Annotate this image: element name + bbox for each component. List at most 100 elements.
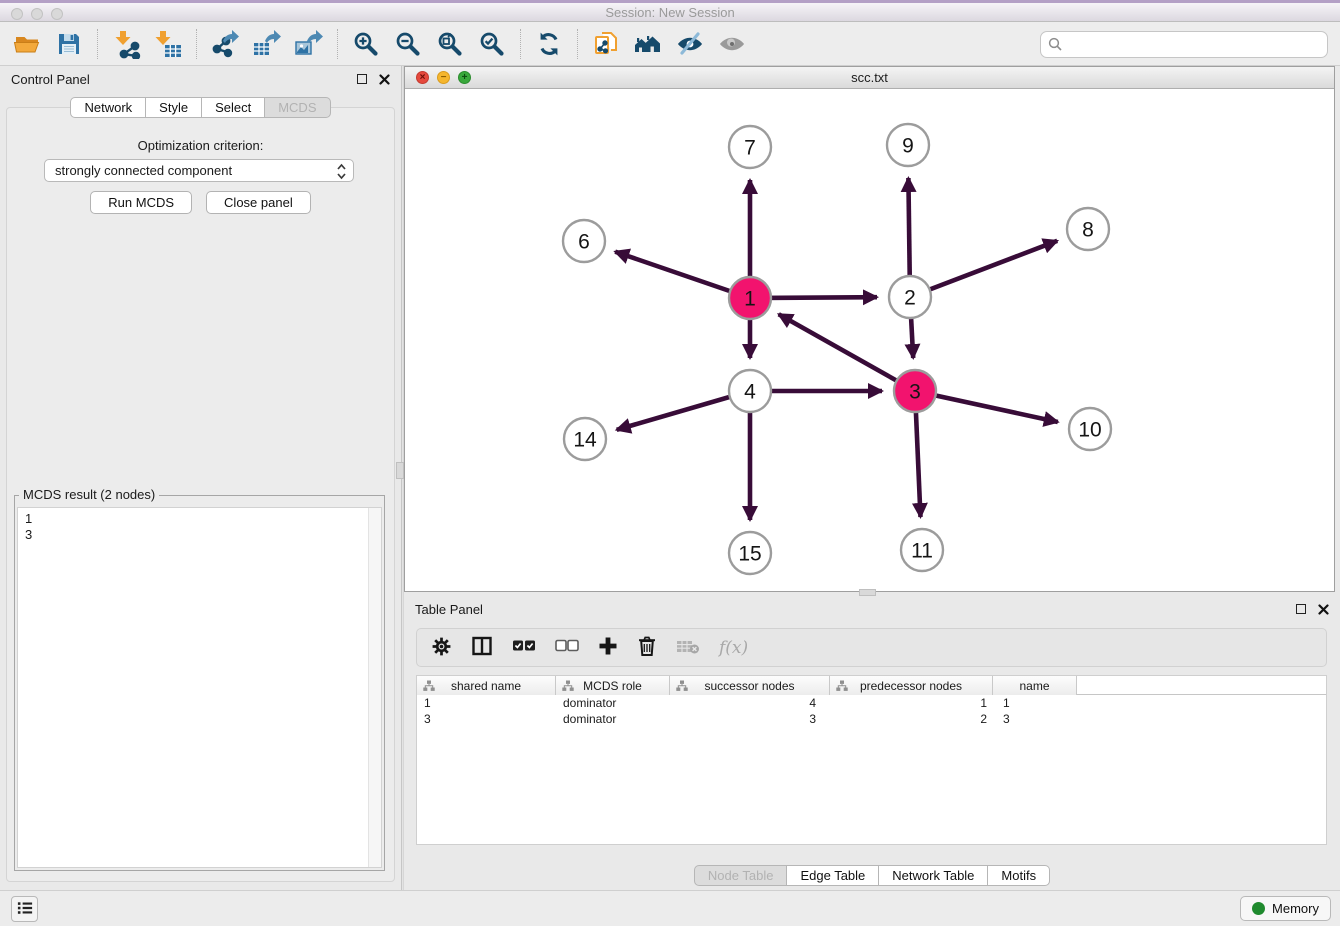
table-panel: Table Panel f(x) shared nameMCDS rolesuc… bbox=[404, 596, 1340, 890]
run-mcds-button[interactable]: Run MCDS bbox=[90, 191, 192, 214]
column-header-predecessor-nodes[interactable]: predecessor nodes bbox=[830, 676, 993, 695]
export-network-button[interactable] bbox=[204, 25, 246, 63]
delete-table-button bbox=[676, 637, 700, 658]
graph-node-9[interactable]: 9 bbox=[887, 124, 929, 166]
main-toolbar bbox=[0, 22, 1340, 66]
close-panel-icon[interactable] bbox=[379, 74, 390, 85]
cell-shared-name[interactable]: 3 bbox=[417, 711, 556, 727]
cell-successor-nodes[interactable]: 4 bbox=[670, 695, 830, 711]
memory-button[interactable]: Memory bbox=[1240, 896, 1331, 921]
refresh-view-button[interactable] bbox=[528, 25, 570, 63]
zoom-fit-button[interactable] bbox=[429, 25, 471, 63]
cell-name[interactable]: 3 bbox=[993, 711, 1077, 727]
tab-select[interactable]: Select bbox=[202, 97, 265, 118]
graph-edge-2-8[interactable] bbox=[910, 241, 1057, 297]
float-table-panel-icon[interactable] bbox=[1296, 604, 1306, 614]
graph-edge-3-1[interactable] bbox=[779, 314, 915, 391]
graph-node-11[interactable]: 11 bbox=[901, 529, 943, 571]
delete-columns-button[interactable] bbox=[637, 635, 657, 660]
table-tab-motifs[interactable]: Motifs bbox=[988, 865, 1050, 886]
float-panel-icon[interactable] bbox=[357, 74, 367, 84]
graph-node-10[interactable]: 10 bbox=[1069, 408, 1111, 450]
vertical-splitter-grip[interactable] bbox=[396, 462, 404, 479]
toolbar-separator bbox=[577, 29, 578, 59]
create-column-button[interactable] bbox=[598, 636, 618, 659]
mcds-result-area[interactable]: 1 3 bbox=[17, 507, 382, 868]
search-input[interactable] bbox=[1069, 33, 1319, 56]
graph-node-1[interactable]: 1 bbox=[729, 277, 771, 319]
show-columns-button[interactable] bbox=[471, 635, 493, 660]
table-row[interactable]: 3dominator323 bbox=[417, 711, 1326, 727]
graph-node-4[interactable]: 4 bbox=[729, 370, 771, 412]
import-network-button[interactable] bbox=[105, 25, 147, 63]
cell-shared-name[interactable]: 1 bbox=[417, 695, 556, 711]
table-settings-button[interactable] bbox=[431, 636, 452, 660]
control-panel: Control Panel NetworkStyleSelectMCDS Opt… bbox=[0, 66, 401, 890]
show-all-button[interactable] bbox=[711, 25, 753, 63]
clone-network-icon bbox=[591, 29, 621, 59]
table-tab-network-table[interactable]: Network Table bbox=[879, 865, 988, 886]
table-header: shared nameMCDS rolesuccessor nodes prede… bbox=[417, 676, 1326, 695]
import-table-button[interactable] bbox=[147, 25, 189, 63]
zoom-in-button[interactable] bbox=[345, 25, 387, 63]
control-panel-header: Control Panel bbox=[0, 66, 401, 92]
dropdown-stepper-icon bbox=[336, 163, 347, 186]
app-titlebar: Session: New Session bbox=[0, 0, 1340, 22]
cell-predecessor-nodes[interactable]: 1 bbox=[830, 695, 993, 711]
close-panel-button[interactable]: Close panel bbox=[206, 191, 311, 214]
criterion-dropdown[interactable]: strongly connected component bbox=[44, 159, 354, 182]
node-label: 10 bbox=[1078, 419, 1101, 442]
graph-node-15[interactable]: 15 bbox=[729, 532, 771, 574]
unselect-all-columns-button[interactable] bbox=[555, 638, 579, 657]
zoom-out-button[interactable] bbox=[387, 25, 429, 63]
node-table: shared nameMCDS rolesuccessor nodes prede… bbox=[416, 675, 1327, 845]
cell-mcds-role[interactable]: dominator bbox=[556, 711, 670, 727]
toolbar-buttons bbox=[6, 22, 753, 65]
home-view-button[interactable] bbox=[627, 25, 669, 63]
import-table-icon bbox=[153, 29, 183, 59]
save-session-button[interactable] bbox=[48, 25, 90, 63]
network-canvas[interactable]: 7 9 6 8 1 2 4 3 14 10 15 11 bbox=[405, 89, 1334, 591]
graph-node-7[interactable]: 7 bbox=[729, 126, 771, 168]
export-table-button[interactable] bbox=[246, 25, 288, 63]
mcds-result-group: MCDS result (2 nodes) 1 3 bbox=[14, 495, 385, 871]
graph-node-2[interactable]: 2 bbox=[889, 276, 931, 318]
node-label: 9 bbox=[902, 135, 914, 158]
graph-node-3[interactable]: 3 bbox=[894, 370, 936, 412]
optimization-criterion-label: Optimization criterion: bbox=[7, 138, 394, 153]
graph-node-6[interactable]: 6 bbox=[563, 220, 605, 262]
cell-predecessor-nodes[interactable]: 2 bbox=[830, 711, 993, 727]
tree-icon bbox=[676, 680, 688, 695]
cell-successor-nodes[interactable]: 3 bbox=[670, 711, 830, 727]
column-label: predecessor nodes bbox=[860, 679, 962, 693]
select-all-columns-button[interactable] bbox=[512, 638, 536, 657]
gear-icon bbox=[431, 636, 452, 660]
table-panel-title: Table Panel bbox=[415, 602, 483, 617]
open-session-button[interactable] bbox=[6, 25, 48, 63]
close-table-panel-icon[interactable] bbox=[1318, 604, 1329, 615]
table-row[interactable]: 1dominator411 bbox=[417, 695, 1326, 711]
search-icon bbox=[1048, 37, 1063, 55]
zoom-selected-button[interactable] bbox=[471, 25, 513, 63]
column-header-mcds-role[interactable]: MCDS role bbox=[556, 676, 670, 695]
cell-mcds-role[interactable]: dominator bbox=[556, 695, 670, 711]
hide-selected-button[interactable] bbox=[669, 25, 711, 63]
task-history-button[interactable] bbox=[11, 896, 38, 922]
column-header-shared-name[interactable]: shared name bbox=[417, 676, 556, 695]
tab-mcds[interactable]: MCDS bbox=[265, 97, 330, 118]
column-header-successor-nodes[interactable]: successor nodes bbox=[670, 676, 830, 695]
column-header-name[interactable]: name bbox=[993, 676, 1077, 695]
tab-style[interactable]: Style bbox=[146, 97, 202, 118]
clone-network-button[interactable] bbox=[585, 25, 627, 63]
table-tab-edge-table[interactable]: Edge Table bbox=[787, 865, 879, 886]
node-label: 2 bbox=[904, 287, 916, 310]
graph-node-14[interactable]: 14 bbox=[564, 418, 606, 460]
cell-name[interactable]: 1 bbox=[993, 695, 1077, 711]
graph-node-8[interactable]: 8 bbox=[1067, 208, 1109, 250]
result-scrollbar[interactable] bbox=[368, 508, 381, 867]
horizontal-splitter-grip[interactable] bbox=[859, 589, 876, 596]
table-tab-node-table[interactable]: Node Table bbox=[694, 865, 788, 886]
export-image-button[interactable] bbox=[288, 25, 330, 63]
tab-network[interactable]: Network bbox=[70, 97, 146, 118]
node-label: 14 bbox=[573, 429, 597, 452]
